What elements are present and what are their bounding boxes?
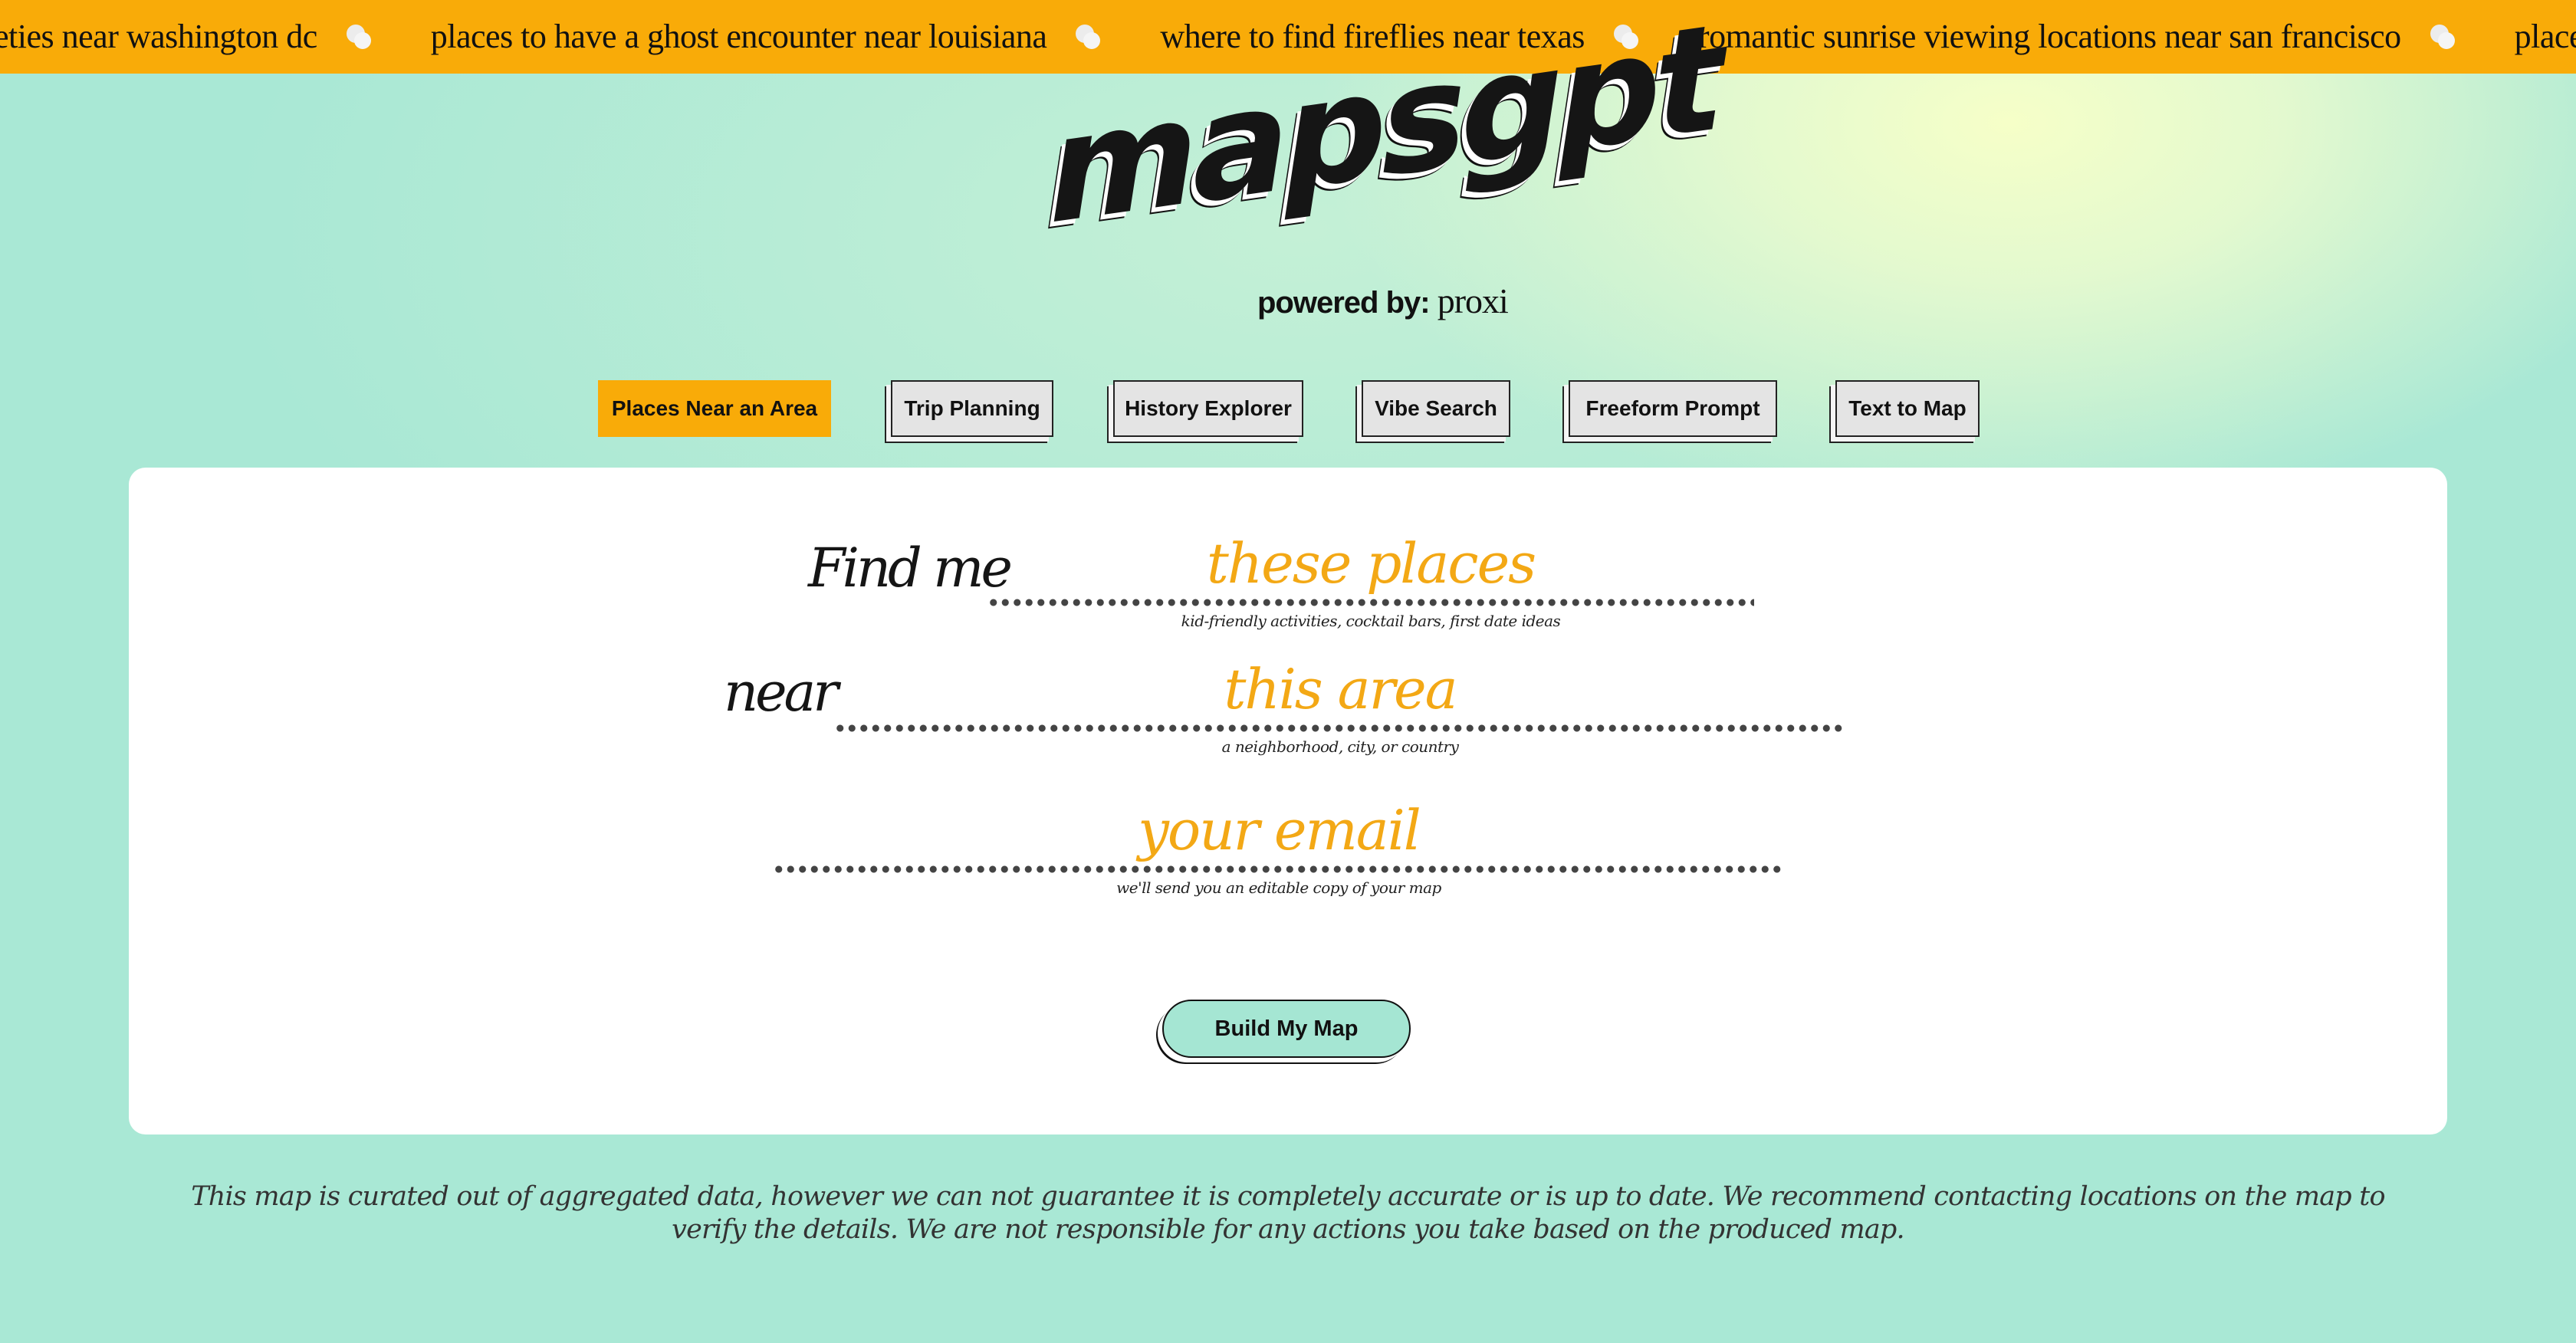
find-me-label: Find me: [808, 537, 1013, 599]
tab-trip-planning[interactable]: Trip Planning: [891, 380, 1053, 437]
powered-by: powered by: proxi: [1257, 281, 1509, 321]
email-input[interactable]: [773, 796, 1785, 865]
mode-tabs: Places Near an Area Trip Planning Histor…: [0, 380, 2576, 442]
email-hint: we'll send you an editable copy of your …: [1116, 878, 1441, 897]
area-hint: a neighborhood, city, or country: [1221, 737, 1459, 756]
moon-dots-icon: [1076, 21, 1103, 52]
places-hint: kid-friendly activities, cocktail bars, …: [1181, 612, 1561, 630]
email-field: we'll send you an editable copy of your …: [773, 796, 1785, 897]
mapsgpt-logo: mapsgpt powered by: proxi: [1045, 0, 1720, 330]
moon-dots-icon: [2430, 21, 2458, 52]
ticker-item[interactable]: romantic sunrise viewing locations near …: [1698, 0, 2401, 74]
powered-by-label: powered by:: [1257, 286, 1431, 320]
tab-history-explorer[interactable]: History Explorer: [1113, 380, 1303, 437]
area-field: a neighborhood, city, or country: [834, 655, 1846, 756]
proxi-brand: proxi: [1437, 281, 1509, 320]
places-field: kid-friendly activities, cocktail bars, …: [987, 529, 1754, 630]
disclaimer-text: This map is curated out of aggregated da…: [191, 1181, 2385, 1245]
tab-vibe-search[interactable]: Vibe Search: [1362, 380, 1510, 437]
search-form-card: Find me kid-friendly activities, cocktai…: [129, 468, 2447, 1134]
tab-text-to-map[interactable]: Text to Map: [1835, 380, 1980, 437]
area-input[interactable]: [834, 655, 1846, 724]
places-underline: [987, 598, 1754, 607]
build-my-map-button[interactable]: Build My Map: [1162, 1000, 1411, 1058]
ticker-item[interactable]: places to have a ghost encounter near lo…: [431, 0, 1047, 74]
tab-freeform-prompt[interactable]: Freeform Prompt: [1569, 380, 1777, 437]
email-underline: [773, 865, 1785, 874]
ticker-item[interactable]: eties near washington dc: [0, 0, 317, 74]
places-input[interactable]: [987, 529, 1754, 598]
area-underline: [834, 724, 1846, 733]
ticker-item[interactable]: places to get my creativ: [2515, 0, 2576, 74]
near-label: near: [724, 661, 839, 724]
tab-places-near-an-area[interactable]: Places Near an Area: [598, 380, 831, 437]
moon-dots-icon: [346, 21, 374, 52]
